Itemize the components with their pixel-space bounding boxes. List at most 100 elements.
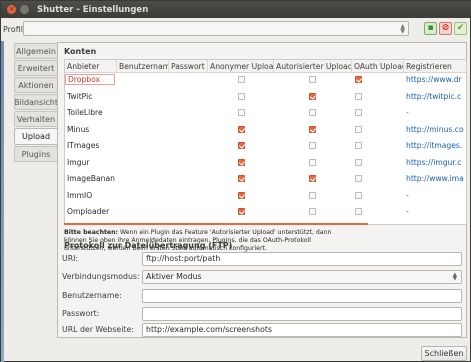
- ftp-url-input[interactable]: http://example.com/screenshots: [142, 323, 462, 337]
- register-link[interactable]: http://itmages.: [404, 140, 466, 151]
- note-bold: Bitte beachten:: [64, 229, 119, 236]
- accounts-table: Anbieter Benutzername Passwort Anonymer …: [64, 59, 467, 225]
- password-cell: [169, 74, 208, 85]
- username-cell: [117, 124, 169, 135]
- window-title: Shutter - Einstellungen: [37, 4, 149, 15]
- accounts-title: Konten: [64, 47, 97, 56]
- delete-profile-button[interactable]: ⊘: [439, 22, 452, 35]
- combobox-arrows-icon: ▲ ▼: [452, 272, 457, 282]
- auth-upload-checkbox[interactable]: [309, 92, 316, 100]
- column-header[interactable]: Anbieter: [65, 60, 117, 73]
- column-header[interactable]: Registrieren: [404, 60, 466, 73]
- anon-upload-checkbox[interactable]: [238, 109, 245, 116]
- provider-cell: ImmIO: [67, 190, 93, 200]
- provider-cell: Imgur: [67, 157, 90, 167]
- close-button[interactable]: Schließen: [421, 346, 467, 361]
- anon-upload-checkbox[interactable]: [238, 191, 245, 199]
- auth-upload-checkbox[interactable]: [309, 208, 316, 215]
- profile-combobox[interactable]: ▲ ▼: [23, 21, 409, 36]
- oauth-upload-checkbox[interactable]: [355, 109, 362, 116]
- register-link[interactable]: -: [404, 206, 466, 217]
- password-cell: [169, 107, 208, 118]
- ftp-url-row: URL der Webseite: http://example.com/scr…: [58, 323, 462, 337]
- horizontal-scrollbar[interactable]: [64, 223, 368, 225]
- register-link[interactable]: http://www.ima: [404, 173, 466, 184]
- table-row[interactable]: Omploader -: [65, 206, 466, 217]
- column-header[interactable]: OAuth Upload: [352, 60, 404, 73]
- tab-aktionen[interactable]: Aktionen: [14, 77, 57, 93]
- anon-upload-checkbox[interactable]: [238, 92, 245, 100]
- auth-upload-checkbox[interactable]: [309, 142, 316, 149]
- register-link[interactable]: https://www.dr: [404, 74, 466, 85]
- register-link[interactable]: http://twitpic.c: [404, 91, 466, 102]
- anon-upload-checkbox[interactable]: [238, 142, 245, 149]
- save-profile-button[interactable]: ▪: [424, 22, 437, 35]
- table-row[interactable]: ToileLibre -: [65, 107, 466, 118]
- ftp-title: Protokoll zur Dateiübertragung (FTP): [64, 241, 233, 250]
- oauth-upload-checkbox[interactable]: [355, 92, 362, 100]
- table-row[interactable]: ITmages http://itmages.: [65, 140, 466, 151]
- ftp-mode-combobox[interactable]: Aktiver Modus ▲ ▼: [142, 270, 462, 284]
- password-cell: [169, 206, 208, 217]
- ftp-user-label: Benutzername:: [62, 291, 122, 300]
- tab-allgemein[interactable]: Allgemein: [14, 43, 57, 59]
- ftp-user-row: Benutzername:: [58, 289, 462, 303]
- anon-upload-checkbox[interactable]: [238, 125, 245, 133]
- table-row[interactable]: TwitPic http://twitpic.c: [65, 91, 466, 102]
- anon-upload-checkbox[interactable]: [238, 76, 245, 83]
- oauth-upload-checkbox[interactable]: [355, 158, 362, 166]
- column-header[interactable]: Benutzername: [117, 60, 169, 73]
- register-link[interactable]: -: [404, 190, 466, 201]
- ftp-uri-input[interactable]: ftp://host:port/path: [142, 252, 462, 266]
- provider-cell: ImageBanana: [67, 174, 115, 183]
- table-row[interactable]: Dropbox https://www.dr: [65, 74, 466, 85]
- ftp-user-input[interactable]: [142, 289, 462, 303]
- ftp-pass-row: Passwort:: [58, 307, 462, 321]
- username-cell: [117, 91, 169, 102]
- delete-profile-icon: ⊘: [441, 23, 450, 33]
- ftp-mode-row: Verbindungsmodus: Aktiver Modus ▲ ▼: [58, 270, 462, 284]
- anon-upload-checkbox[interactable]: [238, 158, 245, 166]
- column-header[interactable]: Passwort: [169, 60, 208, 73]
- oauth-upload-checkbox[interactable]: [355, 191, 362, 199]
- window-minimize-icon[interactable]: [20, 5, 29, 14]
- tab-upload[interactable]: Upload: [14, 128, 57, 145]
- auth-upload-checkbox[interactable]: [309, 125, 316, 133]
- oauth-upload-checkbox[interactable]: [355, 125, 362, 133]
- table-row[interactable]: Imgur https://imgur.c: [65, 157, 466, 168]
- auth-upload-checkbox[interactable]: [309, 158, 316, 166]
- auth-upload-checkbox[interactable]: [309, 175, 316, 182]
- password-cell: [169, 190, 208, 201]
- ftp-pass-input[interactable]: [142, 307, 462, 321]
- oauth-upload-checkbox[interactable]: [355, 142, 362, 149]
- tab-bildansicht[interactable]: Bildansicht: [14, 94, 57, 110]
- apply-profile-icon: ✔: [456, 23, 465, 33]
- column-header[interactable]: Autorisierter Upload: [274, 60, 352, 73]
- tab-verhalten[interactable]: Verhalten: [14, 111, 57, 127]
- ftp-mode-label: Verbindungsmodus:: [62, 272, 140, 281]
- anon-upload-checkbox[interactable]: [238, 208, 245, 215]
- profile-row: Profil: ▲ ▼ ▪ ⊘ ✔: [1, 19, 471, 39]
- table-row[interactable]: Minus http://minus.co: [65, 124, 466, 135]
- anon-upload-checkbox[interactable]: [238, 175, 245, 182]
- auth-upload-checkbox[interactable]: [309, 191, 316, 199]
- password-cell: [169, 124, 208, 135]
- tab-erweitert[interactable]: Erweitert: [14, 60, 57, 76]
- table-row[interactable]: ImmIO -: [65, 190, 466, 201]
- username-cell: [117, 74, 169, 85]
- column-header[interactable]: Anonymer Upload: [208, 60, 274, 73]
- auth-upload-checkbox[interactable]: [309, 76, 316, 83]
- oauth-upload-checkbox[interactable]: [355, 208, 362, 215]
- register-link[interactable]: -: [404, 107, 466, 118]
- apply-profile-button[interactable]: ✔: [454, 22, 467, 35]
- oauth-upload-checkbox[interactable]: [355, 76, 362, 83]
- register-link[interactable]: https://imgur.c: [404, 157, 466, 168]
- tab-plugins[interactable]: Plugins: [14, 146, 57, 162]
- upload-panel: Konten Anbieter Benutzername Passwort An…: [57, 42, 467, 338]
- username-cell: [117, 140, 169, 151]
- window-close-icon[interactable]: ×: [7, 5, 16, 14]
- auth-upload-checkbox[interactable]: [309, 109, 316, 116]
- table-row[interactable]: ImageBanana http://www.ima: [65, 173, 466, 184]
- oauth-upload-checkbox[interactable]: [355, 175, 362, 182]
- register-link[interactable]: http://minus.co: [404, 124, 466, 135]
